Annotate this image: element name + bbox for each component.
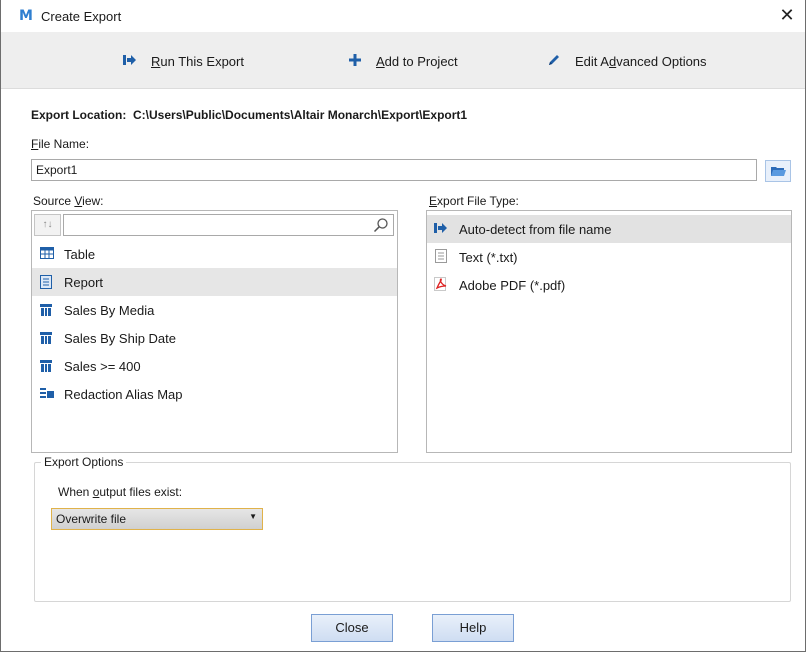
run-arrow-icon — [121, 54, 139, 69]
edit-advanced-options-button[interactable]: Edit Advanced Options — [545, 51, 707, 71]
edit-advanced-options-label: Edit Advanced Options — [575, 53, 707, 69]
file-type-item-label: Auto-detect from file name — [459, 221, 612, 237]
run-this-export-button[interactable]: Run This Export — [121, 51, 244, 71]
file-type-item-label: Text (*.txt) — [459, 249, 518, 265]
close-button[interactable]: Close — [311, 614, 393, 642]
window-title: Create Export — [41, 9, 122, 24]
export-options-legend: Export Options — [41, 455, 127, 469]
source-view-item-label: Report — [64, 274, 104, 290]
table-icon — [40, 247, 54, 261]
source-view-item-label: Sales >= 400 — [64, 358, 141, 374]
file-type-item-auto-detect[interactable]: Auto-detect from file name — [427, 215, 791, 243]
sort-toggle-button[interactable]: ↑↓ — [34, 214, 61, 236]
summary-icon — [40, 331, 54, 345]
summary-icon — [40, 359, 54, 373]
app-logo-icon: M — [19, 8, 33, 24]
file-type-item-label: Adobe PDF (*.pdf) — [459, 277, 566, 293]
auto-detect-icon — [433, 222, 449, 237]
source-view-item-label: Redaction Alias Map — [64, 386, 183, 402]
source-view-item-label: Sales By Ship Date — [64, 330, 177, 346]
pdf-icon — [433, 276, 449, 294]
file-name-label: File Name: — [31, 137, 90, 151]
pencil-icon — [545, 53, 563, 70]
source-view-item-sales-400[interactable]: Sales >= 400 — [32, 352, 397, 380]
source-view-item-table[interactable]: Table — [32, 240, 397, 268]
summary-icon — [40, 303, 54, 317]
add-to-project-label: Add to Project — [376, 53, 458, 69]
toolbar: Run This Export Add to Project Edit Adva… — [1, 32, 805, 89]
search-icon[interactable] — [373, 217, 389, 233]
close-window-button[interactable]: ✕ — [773, 3, 801, 29]
export-location-value: C:\Users\Public\Documents\Altair Monarch… — [133, 108, 468, 122]
file-type-item-text[interactable]: Text (*.txt) — [427, 243, 791, 271]
when-output-files-exist-label: When output files exist: — [58, 485, 183, 499]
chevron-down-icon: ▼ — [249, 512, 257, 521]
source-view-search-input[interactable] — [63, 214, 394, 236]
text-file-icon — [433, 248, 449, 266]
source-view-item-sales-by-ship-date[interactable]: Sales By Ship Date — [32, 324, 397, 352]
file-name-input[interactable]: Export1 — [31, 159, 757, 181]
when-output-files-exist-select[interactable]: Overwrite file ▼ — [51, 508, 263, 530]
source-view-item-sales-by-media[interactable]: Sales By Media — [32, 296, 397, 324]
source-view-label: Source View: — [33, 194, 104, 208]
add-to-project-button[interactable]: Add to Project — [346, 51, 458, 71]
export-file-type-label: Export File Type: — [429, 194, 519, 208]
export-location: Export Location: C:\Users\Public\Documen… — [31, 108, 467, 122]
when-output-files-exist-value: Overwrite file — [56, 512, 127, 526]
help-button[interactable]: Help — [432, 614, 514, 642]
source-view-item-redaction-alias-map[interactable]: Redaction Alias Map — [32, 380, 397, 408]
browse-folder-button[interactable] — [765, 160, 791, 182]
export-location-label: Export Location: — [31, 108, 127, 122]
folder-icon — [771, 165, 786, 180]
create-export-dialog: M Create Export ✕ Run This Export Add to… — [0, 0, 806, 652]
title-bar: M Create Export ✕ — [1, 0, 805, 32]
report-icon — [40, 275, 54, 289]
source-view-item-report[interactable]: Report — [32, 268, 397, 296]
export-options-group — [34, 462, 791, 602]
alias-map-icon — [40, 387, 54, 401]
source-view-item-label: Sales By Media — [64, 302, 155, 318]
plus-icon — [346, 53, 364, 69]
source-view-item-label: Table — [64, 246, 96, 262]
run-this-export-label: un This Export — [160, 53, 244, 69]
file-type-item-pdf[interactable]: Adobe PDF (*.pdf) — [427, 271, 791, 299]
